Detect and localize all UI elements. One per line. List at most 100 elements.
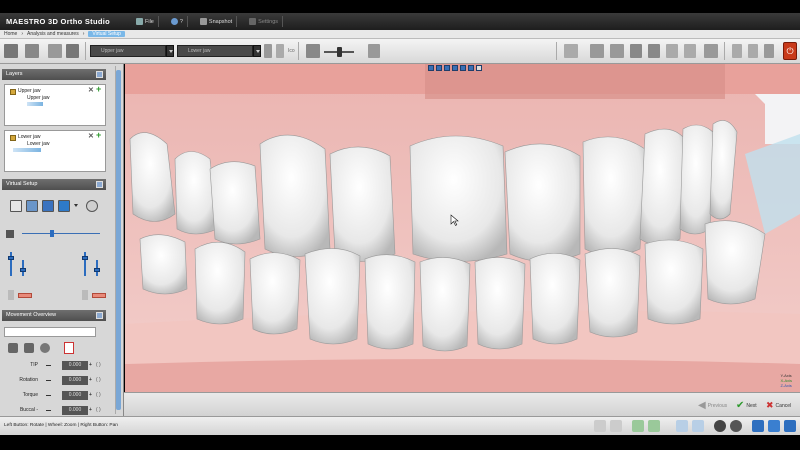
front-view-icon[interactable] bbox=[590, 44, 604, 58]
view-tool-icon[interactable] bbox=[444, 65, 450, 71]
remove-layer-icon[interactable]: ✕ bbox=[88, 132, 94, 140]
layer-child-upper[interactable]: Upper jaw bbox=[27, 95, 50, 101]
collapse-icon[interactable] bbox=[96, 71, 103, 78]
tooth-move-icon[interactable] bbox=[24, 343, 34, 353]
pdf-icon[interactable] bbox=[64, 342, 74, 354]
next-button[interactable]: ✔ Next bbox=[736, 400, 757, 411]
measure-icon[interactable] bbox=[476, 65, 482, 71]
right-view-icon[interactable] bbox=[648, 44, 660, 58]
top-view-icon[interactable] bbox=[666, 44, 678, 58]
link-icon[interactable] bbox=[264, 44, 272, 58]
increase-icon[interactable]: + bbox=[89, 406, 92, 415]
rotate-icon[interactable] bbox=[648, 420, 660, 432]
dual-view-icon[interactable] bbox=[692, 420, 704, 432]
vertical-slider-knob[interactable] bbox=[94, 268, 100, 272]
zoom-icon[interactable] bbox=[594, 420, 606, 432]
virtual-setup-header[interactable]: Virtual Setup bbox=[2, 179, 106, 190]
upper-jaw-dropdown-icon[interactable] bbox=[166, 45, 174, 57]
upper-jaw-select[interactable]: Upper jaw bbox=[90, 45, 166, 57]
layer-color-icon[interactable] bbox=[10, 89, 16, 95]
split-view-icon[interactable] bbox=[704, 44, 718, 58]
render-solid-icon[interactable] bbox=[714, 420, 726, 432]
menu-snapshot[interactable]: Snapshot bbox=[196, 16, 238, 27]
previous-button[interactable]: ◀ Previous bbox=[698, 400, 727, 411]
movement-value[interactable]: 0.000 bbox=[62, 376, 88, 385]
vertical-slider-knob[interactable] bbox=[8, 256, 14, 260]
tooth-select-icon[interactable] bbox=[764, 44, 774, 58]
collapse-icon[interactable] bbox=[96, 181, 103, 188]
export-icon[interactable] bbox=[58, 200, 70, 212]
movement-overview-header[interactable]: Movement Overview bbox=[2, 310, 106, 321]
layers-panel-header[interactable]: Layers bbox=[2, 69, 106, 80]
jaw-icon[interactable] bbox=[25, 44, 39, 58]
menu-file[interactable]: File bbox=[132, 16, 159, 27]
tooth-search-input[interactable] bbox=[4, 327, 96, 337]
decrease-icon[interactable] bbox=[46, 365, 51, 366]
occlusion-icon[interactable] bbox=[48, 44, 62, 58]
stage-slider[interactable] bbox=[22, 233, 100, 234]
tooth-tool-icon[interactable] bbox=[8, 343, 18, 353]
breadcrumb-virtual-setup[interactable]: Virtual Setup bbox=[88, 31, 125, 37]
cube-view-icon[interactable] bbox=[784, 420, 796, 432]
tooth-tools-icon[interactable] bbox=[4, 44, 18, 58]
bottom-view-icon[interactable] bbox=[684, 44, 696, 58]
chevron-down-icon[interactable] bbox=[74, 204, 78, 207]
decrease-icon[interactable] bbox=[46, 410, 51, 411]
add-layer-icon[interactable]: + bbox=[96, 130, 101, 140]
cancel-button[interactable]: ✖ Cancel bbox=[766, 400, 791, 411]
target-icon[interactable] bbox=[86, 200, 98, 212]
view-box-icon[interactable] bbox=[66, 44, 79, 58]
layer-child-lower[interactable]: Lower jaw bbox=[27, 141, 50, 147]
breadcrumb-home[interactable]: Home bbox=[4, 31, 17, 37]
decrease-icon[interactable] bbox=[46, 380, 51, 381]
stage-slider-thumb[interactable] bbox=[50, 230, 54, 237]
view-tool-icon[interactable] bbox=[428, 65, 434, 71]
grid-icon[interactable] bbox=[564, 44, 578, 58]
lower-jaw-select[interactable]: Lower jaw bbox=[177, 45, 253, 57]
movement-value[interactable]: 0.000 bbox=[62, 406, 88, 415]
cube-alt-icon[interactable] bbox=[768, 420, 780, 432]
tooth-rotate-icon[interactable] bbox=[40, 343, 50, 353]
vertical-slider-knob[interactable] bbox=[82, 256, 88, 260]
refresh-icon[interactable] bbox=[632, 420, 644, 432]
layer-name-lower[interactable]: Lower jaw bbox=[18, 134, 41, 140]
single-view-icon[interactable] bbox=[676, 420, 688, 432]
view-tool-icon[interactable] bbox=[436, 65, 442, 71]
arch-icon[interactable] bbox=[732, 44, 742, 58]
open-folder-icon[interactable] bbox=[26, 200, 38, 212]
transparency-icon[interactable] bbox=[306, 44, 320, 58]
scrollbar-thumb[interactable] bbox=[116, 70, 121, 410]
decrease-icon[interactable] bbox=[46, 395, 51, 396]
layer-name-upper[interactable]: Upper jaw bbox=[18, 88, 41, 94]
reset-icon[interactable]: ( ) bbox=[96, 391, 101, 400]
back-view-icon[interactable] bbox=[610, 44, 624, 58]
reset-icon[interactable]: ( ) bbox=[96, 361, 101, 370]
collapse-icon[interactable] bbox=[96, 312, 103, 319]
lower-jaw-dropdown-icon[interactable] bbox=[253, 45, 261, 57]
3d-viewport[interactable]: Y-Axis X-Axis Z-Axis bbox=[125, 64, 800, 392]
increase-icon[interactable]: + bbox=[89, 391, 92, 400]
cube-icon[interactable] bbox=[752, 420, 764, 432]
render-wire-icon[interactable] bbox=[730, 420, 742, 432]
layer-color-icon[interactable] bbox=[10, 135, 16, 141]
tooth-view-icon[interactable] bbox=[368, 44, 380, 58]
menu-settings[interactable]: Settings bbox=[245, 16, 284, 27]
movement-value[interactable]: 0.000 bbox=[62, 391, 88, 400]
menu-help[interactable]: ? bbox=[167, 16, 188, 27]
zoom-fit-icon[interactable] bbox=[610, 420, 622, 432]
vertical-slider-knob[interactable] bbox=[20, 268, 26, 272]
view-tool-icon[interactable] bbox=[460, 65, 466, 71]
arch-lower-icon[interactable] bbox=[748, 44, 758, 58]
document-icon[interactable] bbox=[10, 200, 22, 212]
increase-icon[interactable]: + bbox=[89, 361, 92, 370]
reset-icon[interactable]: ( ) bbox=[96, 376, 101, 385]
reset-icon[interactable]: ( ) bbox=[96, 406, 101, 415]
add-layer-icon[interactable]: + bbox=[96, 84, 101, 94]
movement-value[interactable]: 0.000 bbox=[62, 361, 88, 370]
dental-model-render[interactable] bbox=[125, 64, 800, 392]
filter-icon[interactable] bbox=[276, 44, 284, 58]
sidebar-scrollbar[interactable] bbox=[115, 66, 121, 414]
breadcrumb-analysis[interactable]: Analysis and measures bbox=[27, 31, 79, 37]
remove-layer-icon[interactable]: ✕ bbox=[88, 86, 94, 94]
transparency-slider-thumb[interactable] bbox=[337, 47, 342, 57]
